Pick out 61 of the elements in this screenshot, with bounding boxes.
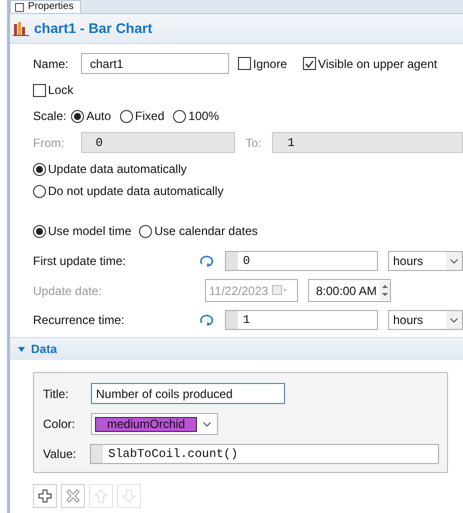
arrow-up-icon [94, 489, 108, 503]
field-value: 0 [242, 253, 250, 270]
field-label: First update time: [33, 253, 127, 270]
radio-button[interactable] [120, 110, 134, 122]
checkbox[interactable] [238, 57, 251, 70]
value-field[interactable]: SlabToCoil.count() [90, 444, 439, 464]
radio-button[interactable] [33, 162, 46, 176]
checkbox-label: Visible on upper agent [318, 56, 438, 72]
radio-label: Auto [86, 108, 112, 125]
checkbox[interactable] [33, 84, 46, 96]
expression-field[interactable]: 1 [224, 310, 378, 330]
close-icon [66, 489, 80, 503]
color-swatch: mediumOrchid [95, 416, 197, 432]
radio-button[interactable] [71, 110, 84, 122]
bar-chart-icon [13, 22, 29, 36]
properties-tab[interactable]: Properties [10, 0, 81, 13]
field-label: To: [245, 134, 262, 152]
field-label: Color: [43, 416, 76, 433]
radio-button[interactable] [173, 110, 186, 122]
radio-label: Update data automatically [48, 161, 187, 178]
unit-dropdown[interactable]: hours [388, 310, 463, 330]
spinner-arrows-icon [380, 281, 390, 300]
unit-dropdown[interactable]: hours [388, 251, 463, 271]
chevron-down-icon [203, 422, 211, 426]
field-label: Title: [43, 386, 70, 402]
radio-button[interactable] [33, 224, 46, 238]
arrow-down-icon [122, 489, 136, 503]
radio-label: Use calendar dates [154, 223, 258, 240]
chevron-down-icon [450, 258, 458, 264]
triangle-down-icon [18, 346, 25, 352]
expression-field[interactable]: 0 [224, 251, 378, 271]
add-button[interactable] [33, 484, 57, 508]
panel-title: chart1 - Bar Chart [34, 19, 152, 38]
field-label: Value: [43, 446, 78, 463]
radio-label: 100% [188, 108, 220, 125]
field-label: Scale: [33, 108, 66, 125]
plus-icon [38, 489, 52, 503]
chevron-down-icon [450, 318, 458, 322]
field-label: Recurrence time: [33, 312, 126, 329]
field-value: 1 [242, 312, 250, 329]
checkbox-label: Lock [48, 82, 74, 99]
radio-label: Fixed [135, 108, 164, 125]
field-label: Name: [33, 56, 70, 72]
checkbox-label: Ignore [253, 56, 288, 72]
field-label: From: [33, 134, 66, 152]
section-header[interactable]: Data [10, 337, 463, 360]
color-dropdown[interactable]: mediumOrchid [91, 413, 218, 435]
field-label: Update date: [33, 282, 103, 300]
radio-button[interactable] [33, 184, 46, 198]
name-field[interactable]: chart1 [81, 53, 229, 74]
radio-button[interactable] [139, 224, 152, 238]
checkbox[interactable] [303, 57, 316, 70]
properties-icon [15, 2, 24, 12]
radio-label: Use model time [48, 223, 132, 240]
calendar-icon [272, 285, 288, 296]
loop-icon [198, 254, 215, 268]
field-value: SlabToCoil.count() [108, 446, 238, 463]
loop-icon [198, 313, 215, 327]
check-icon [305, 60, 314, 68]
radio-label: Do not update data automatically [48, 183, 224, 200]
title-field[interactable]: Number of coils produced [91, 383, 285, 404]
